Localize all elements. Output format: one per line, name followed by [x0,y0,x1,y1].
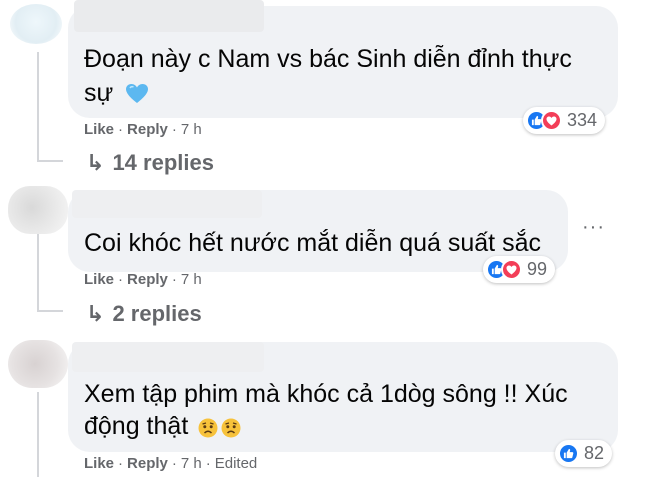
commenter-name[interactable] [74,0,264,32]
love-reaction-icon [501,259,522,280]
reaction-count: 99 [527,259,548,279]
reaction-count: 82 [584,443,605,463]
comment-text: động thật [84,409,241,447]
blue-heart-icon [126,79,149,113]
view-replies-button[interactable]: ↳ 14 replies [86,150,214,176]
like-reaction-icon [558,443,579,464]
reaction-count: 334 [567,110,598,130]
comment-actions: Like · Reply · 7 h [84,271,202,288]
like-link[interactable]: Like [84,121,114,138]
thread-line [37,310,63,312]
reply-link[interactable]: Reply [127,121,168,138]
avatar[interactable] [10,4,62,44]
sad-face-icon [221,413,241,447]
reaction-summary[interactable]: 99 [483,256,556,283]
comment-text: Coi khóc hết nước mắt diễn quá suất sắc [84,229,541,257]
timestamp[interactable]: 7 h [181,455,202,472]
edited-label: Edited [214,455,258,472]
reaction-summary[interactable]: 82 [555,440,613,467]
timestamp[interactable]: 7 h [181,121,202,138]
comment-text: sự [84,76,149,113]
thread-line [37,232,39,312]
replies-count-label: 14 replies [112,150,214,175]
timestamp[interactable]: 7 h [181,271,202,288]
comment-actions: Like · Reply · 7 h · Edited [84,455,258,472]
avatar[interactable] [8,340,68,388]
sad-face-icon [198,413,218,447]
love-reaction-icon [541,110,562,131]
thread-line [37,392,39,477]
reply-link[interactable]: Reply [127,271,168,288]
thread-line [37,52,39,162]
commenter-name[interactable] [72,342,264,372]
view-replies-button[interactable]: ↳ 2 replies [86,301,202,327]
like-link[interactable]: Like [84,271,114,288]
comment-actions: Like · Reply · 7 h [84,121,202,138]
comment-text: Xem tập phim mà khóc cả 1dòg sông !! Xúc [84,380,568,408]
commenter-name[interactable] [72,190,262,218]
replies-count-label: 2 replies [112,301,202,326]
reaction-summary[interactable]: 334 [523,107,606,134]
more-options-button[interactable]: ··· [582,216,605,239]
comment-text: Đoạn này c Nam vs bác Sinh diễn đỉnh thự… [84,45,572,73]
reply-link[interactable]: Reply [127,455,168,472]
reply-arrow-icon: ↳ [86,150,105,175]
avatar[interactable] [8,186,68,234]
like-link[interactable]: Like [84,455,114,472]
reply-arrow-icon: ↳ [86,301,105,326]
thread-line [37,160,63,162]
